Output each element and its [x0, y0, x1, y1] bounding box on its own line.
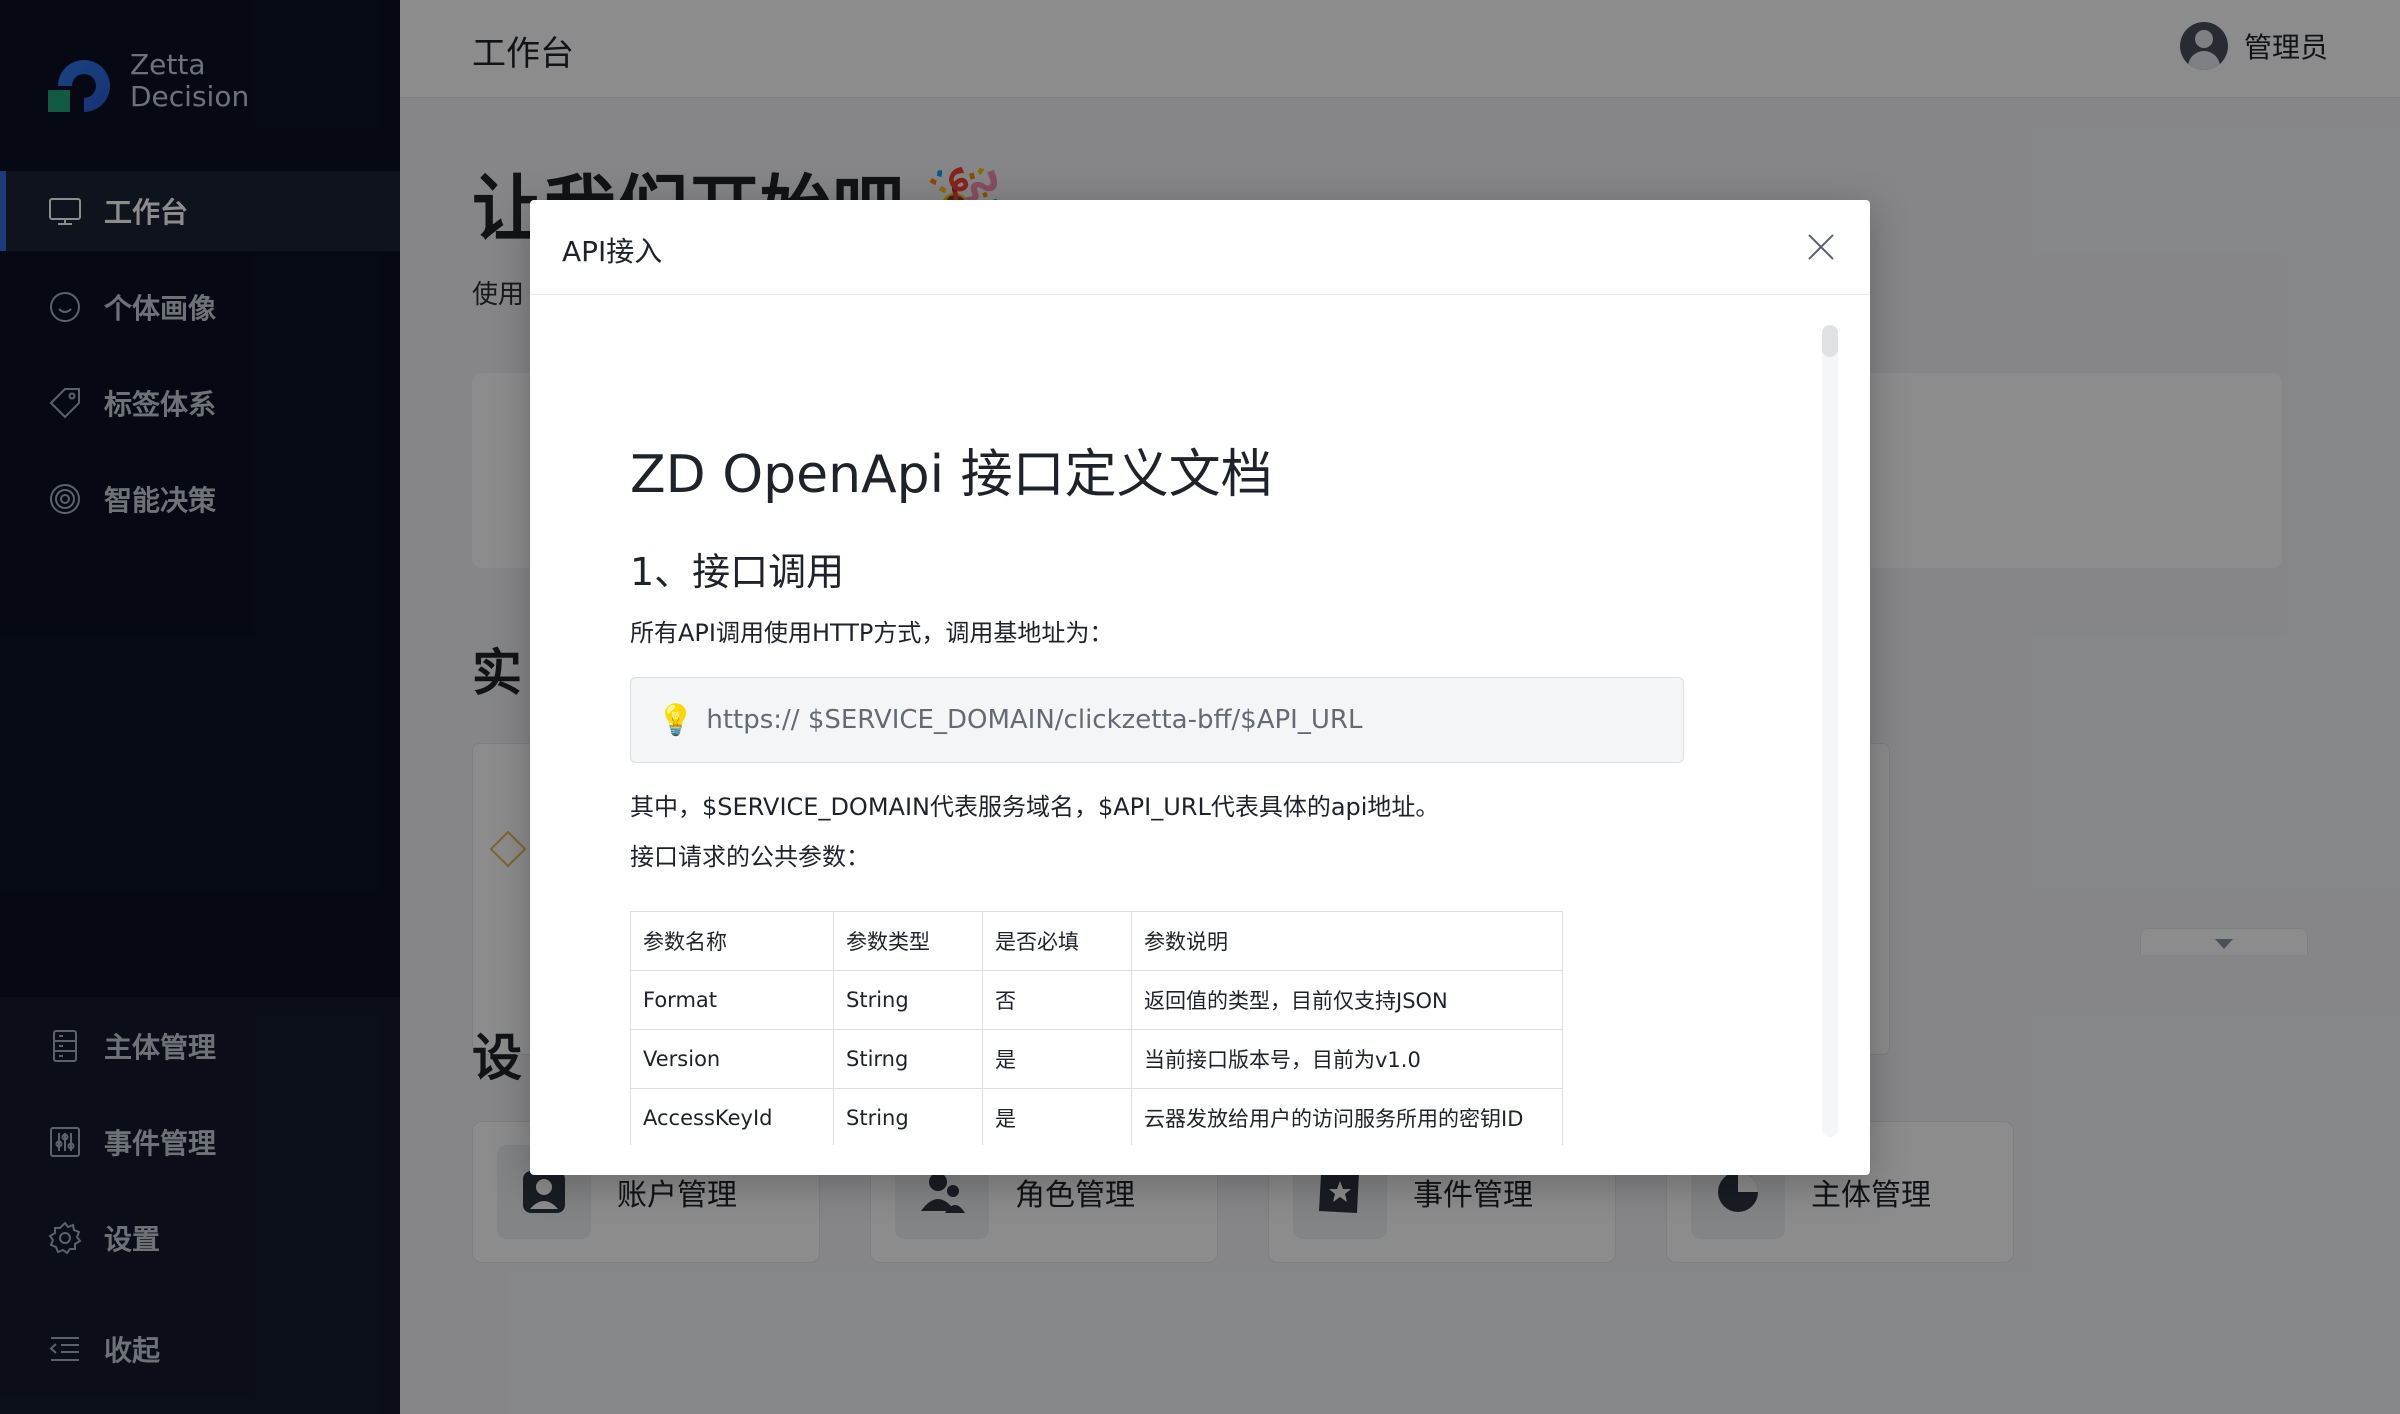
table-row: AccessKeyId String 是 云器发放给用户的访问服务所用的密钥ID [630, 1088, 1563, 1145]
table-cell: 是 [982, 1029, 1132, 1089]
scrollbar-thumb[interactable] [1822, 325, 1838, 357]
modal-body[interactable]: ZD OpenApi 接口定义文档 1、接口调用 所有API调用使用HTTP方式… [530, 295, 1870, 1145]
lightbulb-icon: 💡 [657, 702, 695, 738]
doc-params-title: 接口请求的公共参数： [630, 843, 870, 871]
modal-scrollbar[interactable] [1822, 325, 1838, 1137]
table-cell: 否 [982, 970, 1132, 1030]
table-cell: String [833, 970, 983, 1030]
table-header: 参数名称 [630, 911, 834, 971]
modal-title: API接入 [562, 235, 663, 268]
table-header: 参数类型 [833, 911, 983, 971]
params-table: 参数名称 参数类型 是否必填 参数说明 Format String 否 返回值的… [630, 911, 1563, 1145]
table-cell: String [833, 1088, 983, 1145]
modal-header: API接入 [530, 200, 1870, 295]
table-row: Version Stirng 是 当前接口版本号，目前为v1.0 [630, 1029, 1563, 1089]
close-icon[interactable] [1804, 230, 1838, 264]
table-cell: Format [630, 970, 834, 1030]
doc-title: ZD OpenApi 接口定义文档 [630, 445, 1273, 505]
table-cell: Stirng [833, 1029, 983, 1089]
table-cell: Version [630, 1029, 834, 1089]
table-cell: AccessKeyId [630, 1088, 834, 1145]
table-header-row: 参数名称 参数类型 是否必填 参数说明 [630, 911, 1563, 971]
table-cell: 云器发放给用户的访问服务所用的密钥ID [1131, 1088, 1563, 1145]
table-cell: 当前接口版本号，目前为v1.0 [1131, 1029, 1563, 1089]
table-row: Format String 否 返回值的类型，目前仅支持JSON [630, 970, 1563, 1030]
api-document: ZD OpenApi 接口定义文档 1、接口调用 所有API调用使用HTTP方式… [630, 445, 1730, 1145]
table-cell: 返回值的类型，目前仅支持JSON [1131, 970, 1563, 1030]
doc-explain: 其中，$SERVICE_DOMAIN代表服务域名，$API_URL代表具体的ap… [630, 793, 1440, 821]
doc-section-heading: 1、接口调用 [630, 550, 845, 594]
doc-intro: 所有API调用使用HTTP方式，调用基地址为： [630, 619, 1114, 647]
table-header: 是否必填 [982, 911, 1132, 971]
base-url: https:// $SERVICE_DOMAIN/clickzetta-bff/… [706, 705, 1363, 735]
table-header: 参数说明 [1131, 911, 1563, 971]
api-access-modal: API接入 ZD OpenApi 接口定义文档 1、接口调用 所有API调用使用… [530, 200, 1870, 1175]
base-url-callout: 💡 https:// $SERVICE_DOMAIN/clickzetta-bf… [630, 677, 1684, 763]
table-cell: 是 [982, 1088, 1132, 1145]
